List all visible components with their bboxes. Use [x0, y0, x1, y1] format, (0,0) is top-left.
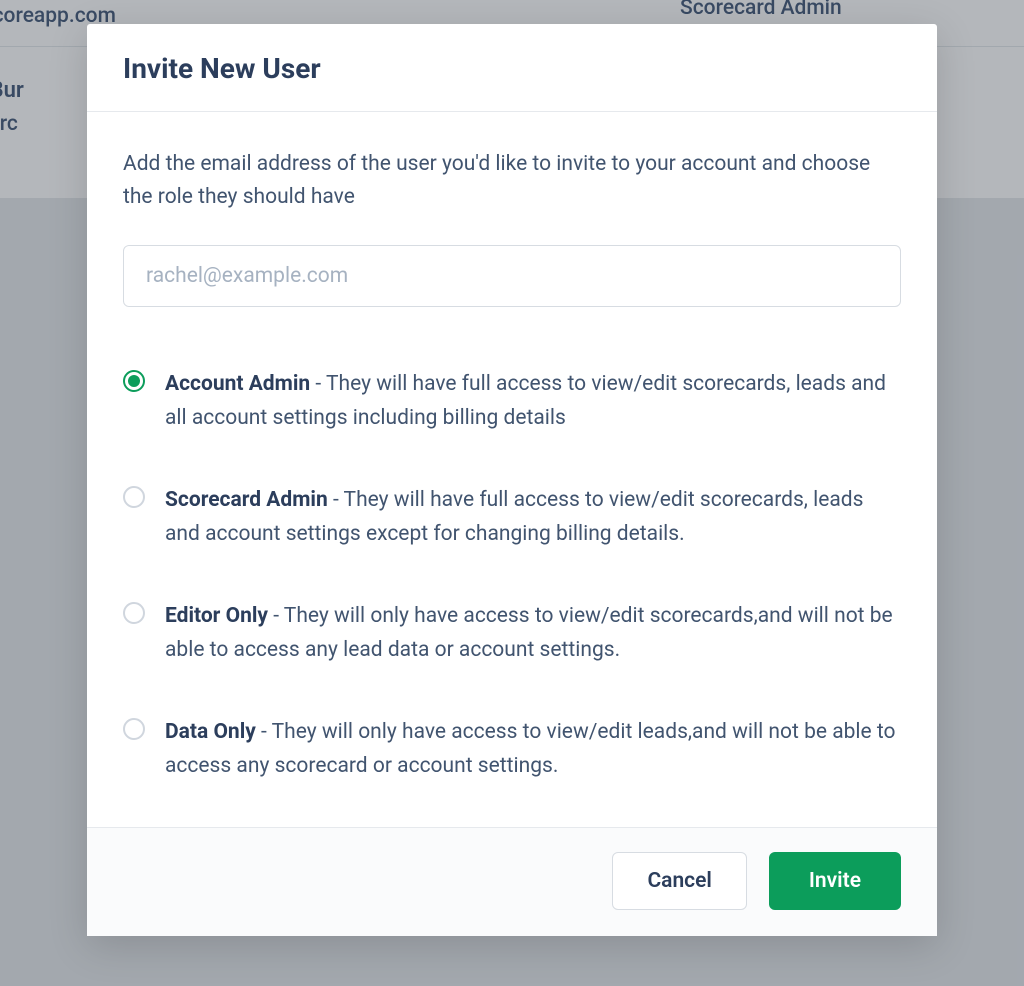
radio-editor-only[interactable] — [123, 602, 145, 624]
role-option-scorecard-admin[interactable]: Scorecard Admin - They will have full ac… — [123, 483, 901, 551]
invite-user-modal: Invite New User Add the email address of… — [87, 24, 937, 936]
radio-data-only[interactable] — [123, 718, 145, 740]
role-description: - They will only have access to view/edi… — [165, 604, 893, 662]
role-description: - They will only have access to view/edi… — [165, 720, 896, 778]
role-text: Scorecard Admin - They will have full ac… — [165, 483, 901, 551]
role-options: Account Admin - They will have full acce… — [123, 367, 901, 783]
modal-footer: Cancel Invite — [87, 827, 937, 936]
modal-body: Add the email address of the user you'd … — [87, 112, 937, 827]
role-option-editor-only[interactable]: Editor Only - They will only have access… — [123, 599, 901, 667]
radio-scorecard-admin[interactable] — [123, 486, 145, 508]
role-text: Editor Only - They will only have access… — [165, 599, 901, 667]
role-option-data-only[interactable]: Data Only - They will only have access t… — [123, 715, 901, 783]
role-text: Account Admin - They will have full acce… — [165, 367, 901, 435]
modal-header: Invite New User — [87, 24, 937, 112]
modal-overlay[interactable]: Invite New User Add the email address of… — [0, 0, 1024, 986]
role-text: Data Only - They will only have access t… — [165, 715, 901, 783]
cancel-button[interactable]: Cancel — [612, 852, 746, 910]
role-option-account-admin[interactable]: Account Admin - They will have full acce… — [123, 367, 901, 435]
role-name: Scorecard Admin — [165, 488, 328, 512]
modal-title: Invite New User — [123, 52, 901, 85]
role-name: Editor Only — [165, 604, 268, 628]
modal-instruction: Add the email address of the user you'd … — [123, 148, 901, 213]
email-input[interactable] — [123, 245, 901, 307]
invite-button[interactable]: Invite — [769, 852, 901, 910]
role-name: Account Admin — [165, 372, 310, 396]
role-name: Data Only — [165, 720, 256, 744]
radio-account-admin[interactable] — [123, 370, 145, 392]
